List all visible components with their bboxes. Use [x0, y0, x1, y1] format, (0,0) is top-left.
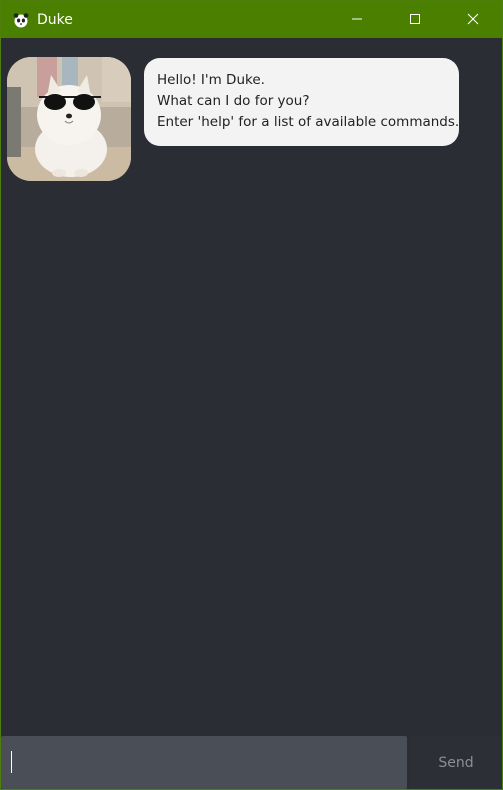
message-input[interactable] [1, 736, 407, 789]
send-button[interactable]: Send [410, 736, 502, 789]
message-line: What can I do for you? [157, 93, 310, 109]
minimize-button[interactable] [328, 1, 386, 38]
close-button[interactable] [444, 1, 502, 38]
input-bar: Send [1, 736, 502, 789]
dialog-box-duke: Hello! I'm Duke. What can I do for you? … [7, 57, 459, 181]
chat-scroll-area[interactable]: Hello! I'm Duke. What can I do for you? … [1, 38, 502, 736]
text-caret [11, 751, 12, 773]
message-line: Hello! I'm Duke. [157, 72, 265, 88]
close-icon [467, 10, 479, 29]
window-title: Duke [37, 11, 73, 28]
maximize-button[interactable] [386, 1, 444, 38]
title-bar[interactable]: Duke [1, 1, 502, 38]
message-bubble: Hello! I'm Duke. What can I do for you? … [144, 58, 459, 146]
minimize-icon [351, 10, 363, 29]
maximize-icon [409, 10, 421, 29]
panda-icon [13, 12, 29, 28]
message-line: Enter 'help' for a list of available com… [157, 114, 460, 130]
dog-with-sunglasses-avatar [7, 57, 131, 181]
app-window: Duke Hello! I'm Duke. What can I do for … [0, 0, 503, 790]
